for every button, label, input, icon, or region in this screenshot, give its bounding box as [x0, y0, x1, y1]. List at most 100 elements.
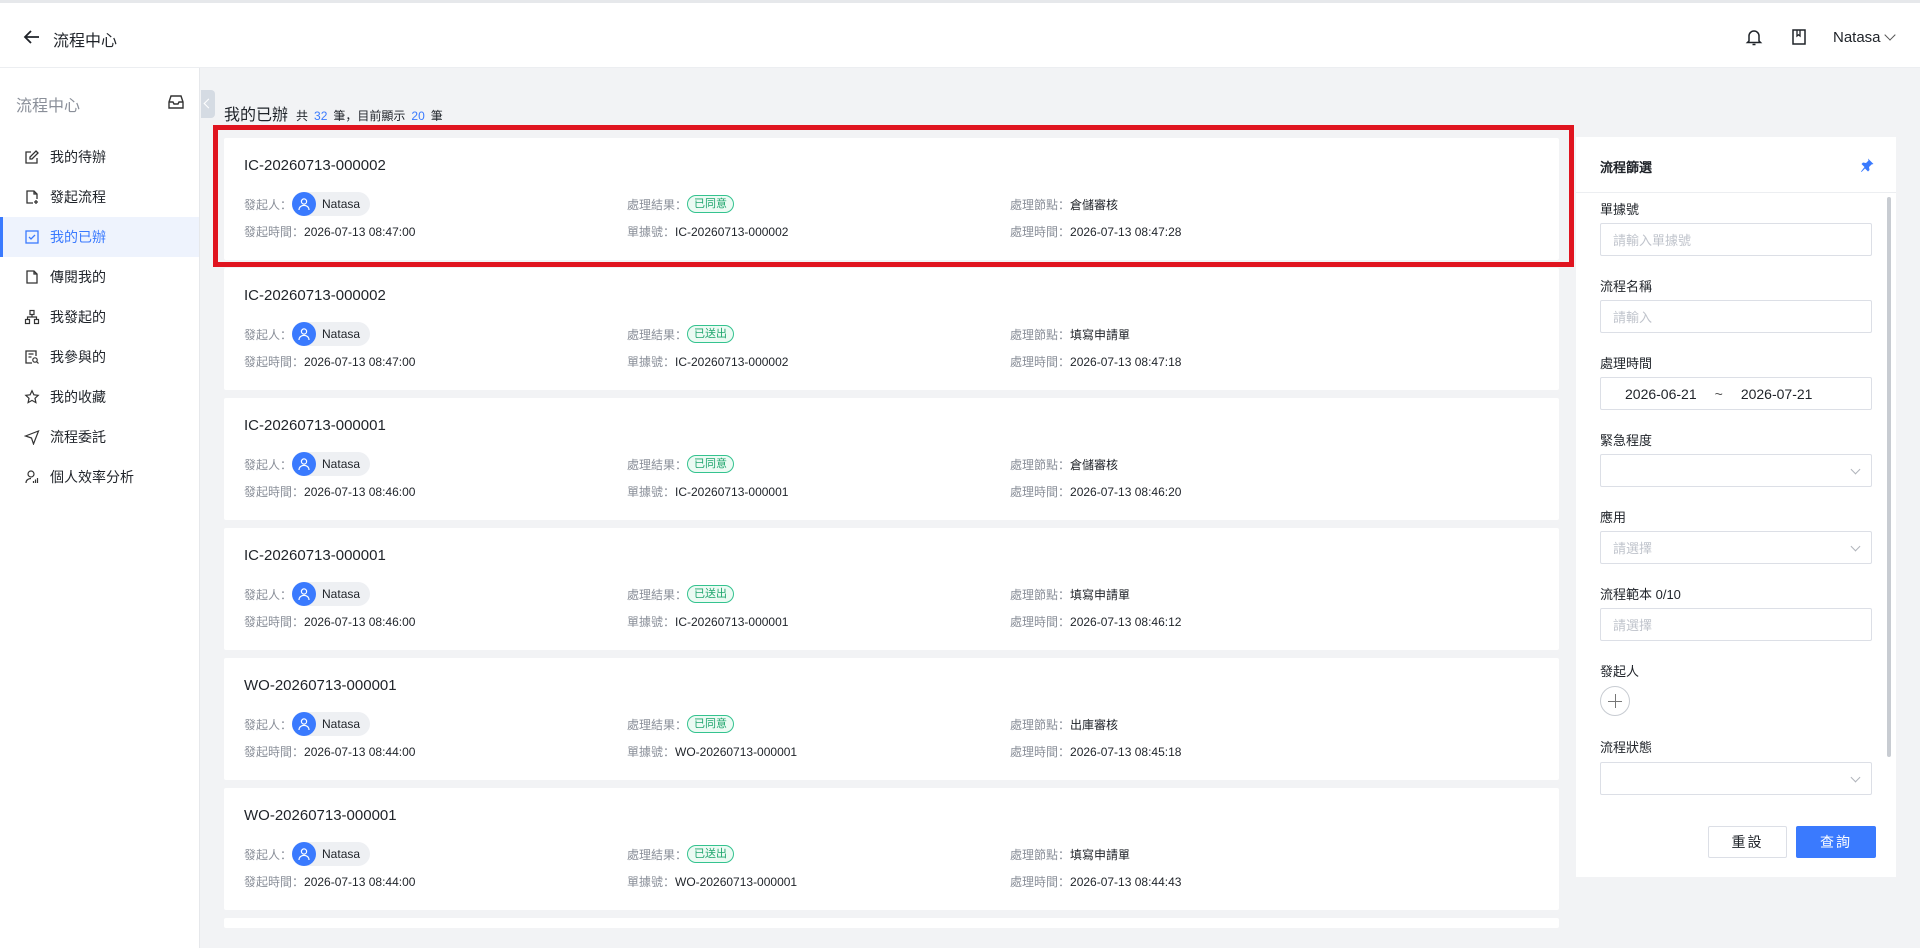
check-square-icon — [25, 230, 39, 244]
avatar — [292, 452, 317, 476]
record-card[interactable]: IC-20260713-000001 發起人： Natasa 處理結果： 已同意 處理節點… — [224, 398, 1559, 520]
bell-icon[interactable] — [1744, 27, 1764, 47]
node-value: 倉儲審核 — [1070, 458, 1119, 472]
doc-no-field: 單據號： IC-20260713-000002 — [627, 354, 789, 370]
initiator-chip[interactable]: Natasa — [292, 192, 371, 216]
initiator-name: Natasa — [322, 457, 361, 471]
initiator-name: Natasa — [322, 587, 361, 601]
handle-time-value: 2026-07-13 08:46:12 — [1070, 614, 1182, 629]
doc-no-value: IC-20260713-000001 — [675, 614, 789, 629]
record-card[interactable]: IC-20260713-000002 發起人： Natasa 處理結果： 已送出 處理節點… — [224, 268, 1559, 390]
avatar — [292, 712, 317, 736]
record-id[interactable]: IC-20260713-000001 — [244, 547, 386, 564]
edit-icon — [25, 150, 39, 164]
sidebar-item-initiated[interactable]: 我發起的 — [0, 297, 199, 337]
inbox-icon[interactable] — [167, 94, 185, 110]
doc-no-label: 單據號 — [1600, 202, 1640, 217]
doc-no-value: IC-20260713-000002 — [675, 354, 789, 369]
sidebar-item-done[interactable]: 我的已辦 — [0, 217, 199, 257]
file-add-icon — [26, 190, 38, 204]
user-icon — [298, 718, 310, 731]
initiator-chip[interactable]: Natasa — [292, 322, 371, 346]
urgency-select[interactable] — [1600, 454, 1872, 487]
template-label: 流程範本 0/10 — [1600, 587, 1681, 602]
record-id[interactable]: IC-20260713-000002 — [244, 287, 386, 304]
record-card[interactable]: WO-20260713-000001 發起人： Natasa 處理結果： 已送出 處理節點… — [224, 788, 1559, 910]
status-select[interactable] — [1600, 762, 1872, 795]
handle-time-value: 2026-07-13 08:44:43 — [1070, 874, 1182, 889]
shown-count: 20 — [411, 109, 425, 123]
initiator-chip[interactable]: Natasa — [292, 712, 371, 736]
initiator-name: Natasa — [322, 197, 361, 211]
start-time-value: 2026-07-13 08:47:00 — [304, 224, 416, 239]
sidebar-item-circulated[interactable]: 傳閱我的 — [0, 257, 199, 297]
template-select[interactable]: 請選擇 — [1600, 608, 1872, 641]
sidebar-item-participated[interactable]: 我參與的 — [0, 337, 199, 377]
scrollbar[interactable] — [1887, 197, 1891, 757]
pin-icon[interactable] — [1859, 157, 1875, 173]
sitemap-icon — [24, 309, 40, 325]
record-card-partial[interactable] — [224, 918, 1559, 928]
initiator-field: 發起人： Natasa — [244, 842, 371, 866]
doc-no-value: IC-20260713-000002 — [675, 224, 789, 239]
record-id[interactable]: WO-20260713-000001 — [244, 677, 397, 694]
search-button[interactable]: 查詢 — [1796, 826, 1876, 858]
doc-no-input[interactable]: 請輸入單據號 — [1600, 223, 1872, 256]
start-time-field: 發起時間： 2026-07-13 08:47:00 — [244, 224, 416, 240]
avatar — [292, 842, 317, 866]
node-value: 填寫申請單 — [1070, 328, 1131, 342]
sidebar-item-label: 發起流程 — [50, 189, 106, 205]
status-badge: 已同意 — [687, 455, 735, 473]
add-initiator-button[interactable] — [1600, 686, 1630, 716]
doc-no-field: 單據號： IC-20260713-000002 — [627, 224, 789, 240]
initiator-chip[interactable]: Natasa — [292, 582, 371, 606]
start-time-field: 發起時間： 2026-07-13 08:46:00 — [244, 484, 416, 500]
handle-time-value: 2026-07-13 08:46:20 — [1070, 484, 1182, 499]
sidebar-item-favorites[interactable]: 我的收藏 — [0, 377, 199, 417]
user-icon — [298, 848, 310, 861]
record-id[interactable]: WO-20260713-000001 — [244, 807, 397, 824]
back-arrow-icon[interactable] — [22, 27, 42, 47]
sidebar-item-delegation[interactable]: 流程委託 — [0, 417, 199, 457]
sidebar-item-label: 傳閱我的 — [50, 269, 106, 285]
initiator-chip[interactable]: Natasa — [292, 452, 371, 476]
start-time-field: 發起時間： 2026-07-13 08:47:00 — [244, 354, 416, 370]
record-id[interactable]: IC-20260713-000001 — [244, 417, 386, 434]
node-field: 處理節點： 倉儲審核 — [1010, 458, 1119, 472]
sidebar-item-todo[interactable]: 我的待辦 — [0, 137, 199, 177]
app-label: 應用 — [1600, 510, 1627, 525]
record-id[interactable]: IC-20260713-000002 — [244, 157, 386, 174]
doc-no-field: 單據號： WO-20260713-000001 — [627, 744, 798, 760]
reset-button[interactable]: 重設 — [1708, 826, 1787, 858]
user-menu[interactable]: Natasa — [1833, 29, 1896, 46]
status-badge: 已送出 — [687, 585, 735, 603]
flow-name-input[interactable]: 請輸入 — [1600, 300, 1872, 333]
sidebar-item-efficiency[interactable]: 個人效率分析 — [0, 457, 199, 497]
result-field: 處理結果： 已同意 — [627, 715, 735, 733]
sidebar-item-label: 個人效率分析 — [50, 469, 134, 485]
initiator-field: 發起人： Natasa — [244, 192, 371, 216]
start-time-value: 2026-07-13 08:44:00 — [304, 874, 416, 889]
sidebar-collapse-button[interactable] — [201, 90, 215, 118]
sidebar-title: 流程中心 — [16, 98, 81, 115]
chevron-down-icon — [1850, 541, 1861, 552]
record-card[interactable]: IC-20260713-000002 發起人： Natasa 處理結果： 已同意 處理節點… — [224, 138, 1559, 260]
date-range-picker[interactable]: 2026-06-21 ~2026-07-21 — [1600, 377, 1872, 410]
sidebar-item-start-flow[interactable]: 發起流程 — [0, 177, 199, 217]
handle-time-field: 處理時間： 2026-07-13 08:46:20 — [1010, 484, 1182, 500]
sidebar-item-label: 我參與的 — [50, 349, 106, 365]
node-value: 倉儲審核 — [1070, 198, 1119, 212]
node-value: 出庫審核 — [1070, 718, 1119, 732]
chevron-down-icon — [1883, 29, 1896, 41]
book-icon[interactable] — [1789, 27, 1809, 47]
record-card[interactable]: WO-20260713-000001 發起人： Natasa 處理結果： 已同意 處理節點… — [224, 658, 1559, 780]
doc-no-field: 單據號： IC-20260713-000001 — [627, 614, 789, 630]
app-select[interactable]: 請選擇 — [1600, 531, 1872, 564]
flow-name-label: 流程名稱 — [1600, 279, 1653, 294]
status-badge: 已同意 — [687, 715, 735, 733]
initiator-chip[interactable]: Natasa — [292, 842, 371, 866]
handle-time-label: 處理時間 — [1600, 356, 1653, 371]
result-field: 處理結果： 已送出 — [627, 325, 735, 343]
handle-time-value: 2026-07-13 08:47:28 — [1070, 224, 1182, 239]
record-card[interactable]: IC-20260713-000001 發起人： Natasa 處理結果： 已送出 處理節點… — [224, 528, 1559, 650]
